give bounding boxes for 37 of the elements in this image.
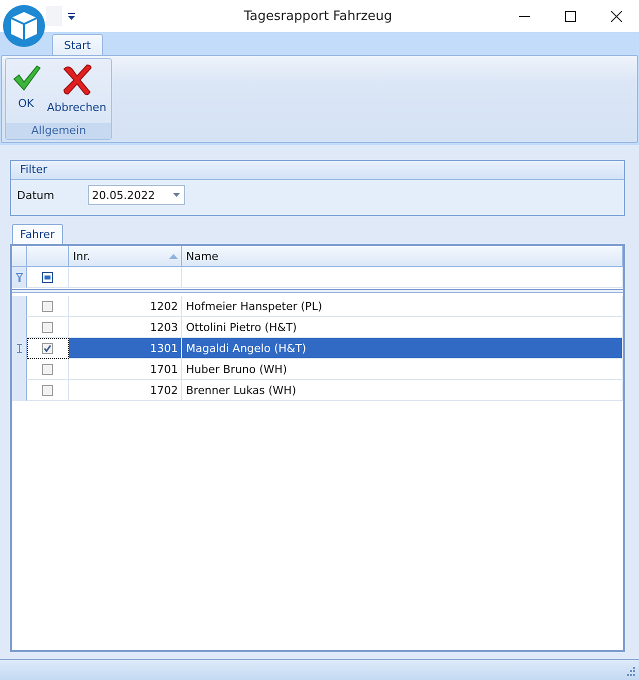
table-cell: 1701 bbox=[69, 359, 182, 380]
field-label: Datum bbox=[17, 188, 56, 202]
table-cell: Brenner Lukas (WH) bbox=[182, 380, 623, 401]
window-title: Tagesrapport Fahrzeug bbox=[242, 8, 394, 24]
table-cell: 1202 bbox=[69, 296, 182, 317]
row-checkbox[interactable] bbox=[42, 322, 53, 332]
dropdown-arrow-icon[interactable] bbox=[173, 193, 180, 197]
filter-header: Filter bbox=[11, 161, 624, 180]
row-checkbox[interactable] bbox=[42, 300, 53, 312]
tab[interactable]: Fahrer bbox=[12, 224, 63, 244]
filter-icon[interactable] bbox=[16, 272, 22, 282]
column-header[interactable]: Name bbox=[182, 246, 623, 267]
ribbon-tab[interactable]: Start bbox=[52, 34, 103, 55]
table-cell: 1301 bbox=[69, 338, 182, 359]
ribbon-button[interactable]: OK bbox=[8, 61, 44, 112]
customize-dropdown-icon[interactable] bbox=[68, 12, 75, 20]
row-checkbox[interactable] bbox=[42, 384, 53, 396]
table-cell: Hofmeier Hanspeter (PL) bbox=[182, 296, 623, 317]
table-cell: 1702 bbox=[69, 380, 182, 401]
row-checkbox[interactable] bbox=[42, 342, 53, 354]
column-header[interactable]: Inr. bbox=[69, 246, 182, 267]
check-icon bbox=[11, 63, 41, 93]
close-icon[interactable] bbox=[610, 10, 622, 22]
quick-access-toolbar bbox=[46, 6, 62, 26]
date-field[interactable]: 20.05.2022 bbox=[88, 185, 185, 205]
maximize-icon[interactable] bbox=[564, 10, 576, 22]
row-checkbox[interactable] bbox=[42, 364, 53, 374]
filter-cell[interactable] bbox=[69, 267, 182, 288]
table-cell: Magaldi Angelo (H&T) bbox=[182, 338, 623, 359]
filter-checkbox[interactable] bbox=[42, 272, 53, 282]
header-cell bbox=[27, 246, 69, 267]
ribbon-group-label: Allgemein bbox=[6, 123, 112, 139]
filter-cell[interactable] bbox=[182, 267, 623, 288]
resize-grip-icon[interactable] bbox=[626, 667, 636, 677]
edit-cursor-icon bbox=[16, 344, 22, 352]
table-cell: Huber Bruno (WH) bbox=[182, 359, 623, 380]
ribbon-button[interactable]: Abbrechen bbox=[44, 61, 110, 116]
